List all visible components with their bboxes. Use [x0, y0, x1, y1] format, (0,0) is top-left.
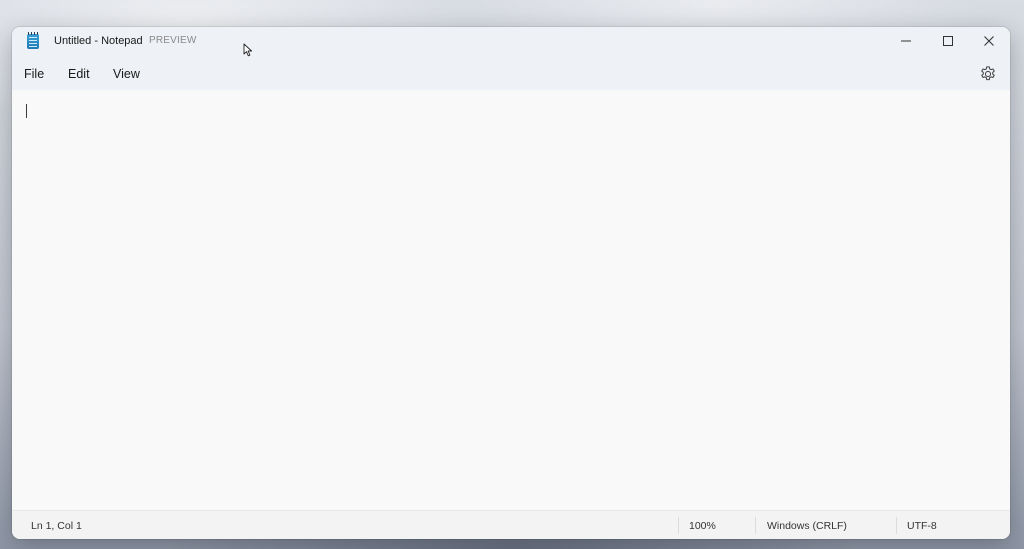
- gear-icon: [981, 66, 995, 81]
- zoom-level[interactable]: 100%: [689, 520, 716, 532]
- window-title: Untitled - Notepad: [54, 35, 143, 47]
- title-bar[interactable]: Untitled - Notepad PREVIEW: [12, 27, 1010, 57]
- menu-file[interactable]: File: [20, 65, 48, 83]
- maximize-icon: [943, 36, 953, 46]
- minimize-icon: [901, 40, 911, 42]
- menu-view[interactable]: View: [109, 65, 144, 83]
- menu-bar: File Edit View: [12, 57, 1010, 91]
- notepad-app-icon: [27, 32, 39, 49]
- menu-edit[interactable]: Edit: [64, 65, 94, 83]
- status-divider: [678, 517, 679, 534]
- mouse-pointer-icon: [243, 43, 253, 57]
- line-ending[interactable]: Windows (CRLF): [767, 520, 847, 532]
- text-editor[interactable]: [12, 90, 1010, 510]
- status-divider: [755, 517, 756, 534]
- status-bar: Ln 1, Col 1 100% Windows (CRLF) UTF-8: [12, 510, 1010, 539]
- maximize-button[interactable]: [927, 27, 969, 55]
- text-caret: [26, 104, 27, 118]
- close-button[interactable]: [968, 27, 1010, 55]
- preview-badge: PREVIEW: [149, 35, 197, 46]
- status-divider: [896, 517, 897, 534]
- encoding[interactable]: UTF-8: [907, 520, 937, 532]
- minimize-button[interactable]: [885, 27, 927, 55]
- settings-button[interactable]: [979, 65, 997, 83]
- cursor-position: Ln 1, Col 1: [31, 520, 82, 532]
- close-icon: [984, 36, 994, 46]
- notepad-window: Untitled - Notepad PREVIEW File Edit Vie…: [12, 27, 1010, 539]
